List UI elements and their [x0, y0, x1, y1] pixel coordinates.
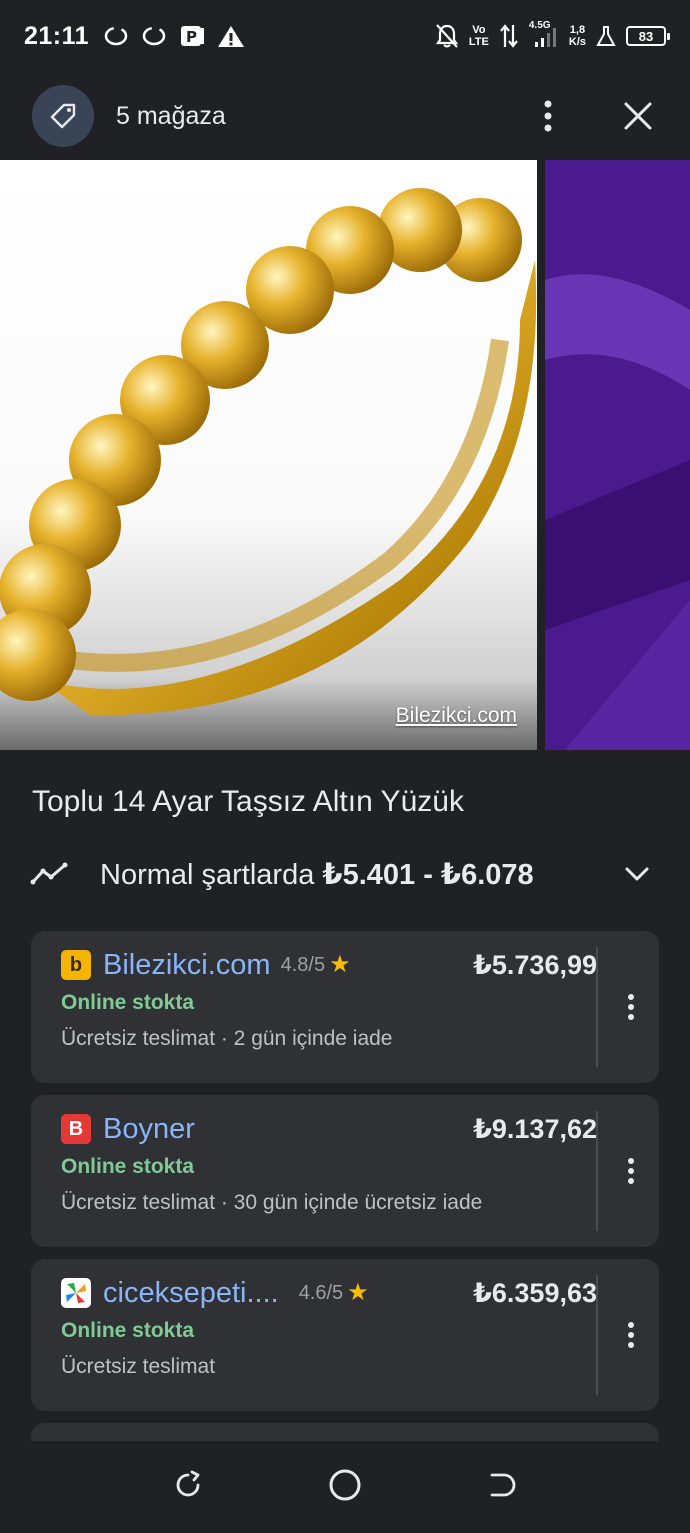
typical-price-prefix: Normal şartlarda: [100, 858, 315, 891]
card-divider: [596, 1111, 598, 1231]
recents-icon: [176, 1470, 200, 1496]
price-tag-icon: [50, 103, 76, 129]
signal-indicator: 4.5G: [529, 20, 559, 50]
svg-text:P: P: [186, 28, 197, 46]
recents-button[interactable]: [172, 1469, 204, 1506]
notifications-off-icon: [435, 24, 458, 48]
store-rating-value: 4.8/5: [280, 953, 326, 976]
net-speed-unit: K/s: [568, 36, 586, 48]
back-icon: [490, 1473, 516, 1496]
status-right-icons: Vo LTE 4.5G 1,8 K/s 83: [435, 20, 670, 50]
product-image[interactable]: Bilezikci.com: [0, 160, 537, 750]
flask-icon: [596, 26, 616, 46]
battery-indicator: 83: [626, 26, 670, 46]
store-logo-letter: B: [68, 1117, 84, 1140]
trending-icon: [30, 862, 68, 885]
volte-indicator: Vo LTE: [469, 24, 489, 48]
store-name[interactable]: Boyner: [103, 1113, 195, 1146]
offer-card[interactable]: B Boyner ₺9.137,62 Online stokta Ücretsi…: [31, 1095, 659, 1247]
product-title: Toplu 14 Ayar Taşsız Altın Yüzük: [32, 785, 464, 818]
star-icon: ★: [329, 951, 351, 978]
sync-icon: [142, 26, 166, 46]
offer-price: ₺6.359,63: [473, 1277, 597, 1308]
product-image-gallery[interactable]: Bilezikci.com: [0, 160, 690, 750]
offer-more-button[interactable]: [619, 989, 643, 1025]
store-logo-bilezikci: b: [61, 950, 91, 980]
volte-bottom: LTE: [468, 36, 489, 48]
typical-price-range: Normal şartlarda ₺5.401 - ₺6.078: [100, 857, 534, 892]
store-name[interactable]: ciceksepeti....: [103, 1277, 279, 1310]
offer-more-button[interactable]: [619, 1317, 643, 1353]
data-transfer-icon: [500, 24, 518, 48]
offer-more-button[interactable]: [619, 1153, 643, 1189]
home-icon: [329, 1469, 361, 1500]
parking-app-icon: P: [181, 26, 205, 46]
shopping-header: 5 mağaza: [0, 72, 690, 160]
image-source-link[interactable]: Bilezikci.com: [396, 704, 517, 728]
offer-card[interactable]: b Bilezikci.com 4.8/5 ★ ₺5.736,99 Online …: [31, 931, 659, 1083]
gold-ring-illustration: [0, 188, 537, 716]
more-vert-icon: [628, 1158, 634, 1184]
delivery-info: Ücretsiz teslimat · 30 gün içinde ücrets…: [61, 1191, 483, 1214]
store-rating: 4.6/5 ★: [299, 1281, 369, 1305]
card-divider: [596, 947, 598, 1067]
card-divider: [596, 1275, 598, 1395]
more-options-button[interactable]: [528, 96, 568, 136]
star-icon: ★: [347, 1279, 369, 1306]
home-button[interactable]: [327, 1467, 363, 1508]
store-logo-boyner: B: [61, 1114, 91, 1144]
store-logo-ciceksepeti: [61, 1278, 91, 1308]
delivery-info: Ücretsiz teslimat · 2 gün içinde iade: [61, 1027, 393, 1050]
net-speed-value: 1,8: [569, 24, 586, 36]
chevron-down-icon[interactable]: [624, 866, 650, 882]
back-button[interactable]: [486, 1469, 518, 1506]
close-button[interactable]: [618, 96, 658, 136]
stock-status: Online stokta: [61, 991, 195, 1014]
store-name[interactable]: Bilezikci.com: [103, 949, 271, 982]
volte-top: Vo: [472, 24, 486, 36]
close-icon: [624, 102, 652, 130]
store-logo-letter: b: [69, 953, 83, 976]
offer-card-partial[interactable]: [31, 1423, 659, 1441]
delivery-info: Ücretsiz teslimat: [61, 1355, 216, 1378]
purple-box-illustration: [545, 160, 690, 750]
status-bar: 21:11 P Vo LTE 4.5G 1,8 K/s 83: [0, 0, 690, 72]
status-left-icons: P: [103, 24, 245, 48]
stock-status: Online stokta: [61, 1155, 195, 1178]
price-history-row[interactable]: Normal şartlarda ₺5.401 - ₺6.078: [30, 850, 660, 898]
offer-price: ₺5.736,99: [473, 949, 597, 980]
store-tag-button[interactable]: [32, 85, 94, 147]
stores-count-title: 5 mağaza: [116, 101, 226, 130]
net-speed: 1,8 K/s: [569, 24, 586, 48]
warning-icon: [218, 26, 245, 47]
ciceksepeti-logo-icon: [66, 1283, 86, 1303]
system-nav-bar: [0, 1441, 690, 1533]
signal-icon: [534, 28, 556, 47]
typical-price-value: ₺5.401 - ₺6.078: [322, 858, 534, 891]
more-vert-icon: [628, 994, 634, 1020]
offer-card[interactable]: ciceksepeti.... 4.6/5 ★ ₺6.359,63 Online …: [31, 1259, 659, 1411]
status-time: 21:11: [24, 21, 90, 50]
stock-status: Online stokta: [61, 1319, 195, 1342]
next-product-image[interactable]: [545, 160, 690, 750]
more-vert-icon: [544, 100, 552, 132]
offer-price: ₺9.137,62: [473, 1113, 597, 1144]
store-rating-value: 4.6/5: [298, 1281, 344, 1304]
store-rating: 4.8/5 ★: [281, 953, 351, 977]
more-vert-icon: [628, 1322, 634, 1348]
sync-icon: [104, 26, 128, 46]
